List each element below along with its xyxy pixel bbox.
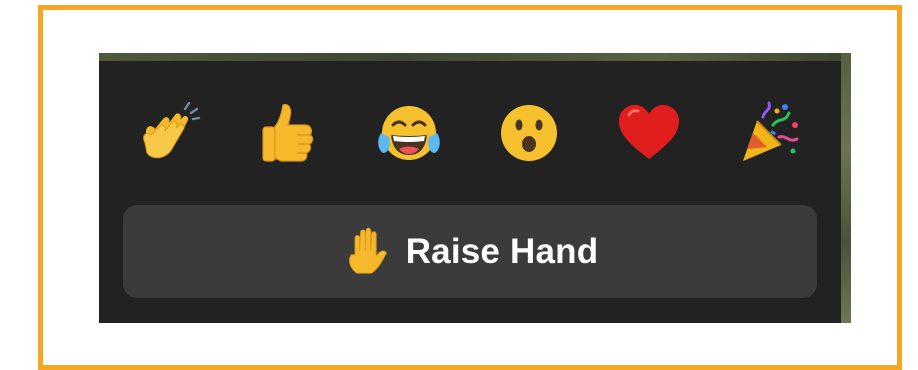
red-heart-icon: [619, 105, 679, 159]
reaction-thumbs-up-button[interactable]: [249, 93, 329, 173]
surprised-face-icon: [501, 105, 557, 161]
thumbs-up-icon: [262, 104, 314, 162]
reaction-tears-of-joy-button[interactable]: [369, 93, 449, 173]
highlight-frame: Raise Hand: [38, 5, 902, 370]
reaction-clap-button[interactable]: [129, 93, 209, 173]
raised-hand-icon: [342, 225, 392, 279]
party-popper-icon: [743, 101, 799, 161]
tears-of-joy-icon: [378, 106, 440, 160]
video-background-edge-right: [841, 53, 851, 323]
reaction-open-mouth-button[interactable]: [489, 93, 569, 173]
video-background-edge: [99, 53, 851, 61]
raise-hand-label: Raise Hand: [405, 231, 599, 271]
clap-icon: [143, 101, 201, 159]
reactions-row: [99, 93, 841, 173]
reactions-panel: Raise Hand: [99, 53, 851, 323]
reaction-heart-button[interactable]: [609, 93, 689, 173]
reaction-party-popper-button[interactable]: [729, 93, 809, 173]
raise-hand-button[interactable]: Raise Hand: [123, 205, 817, 298]
